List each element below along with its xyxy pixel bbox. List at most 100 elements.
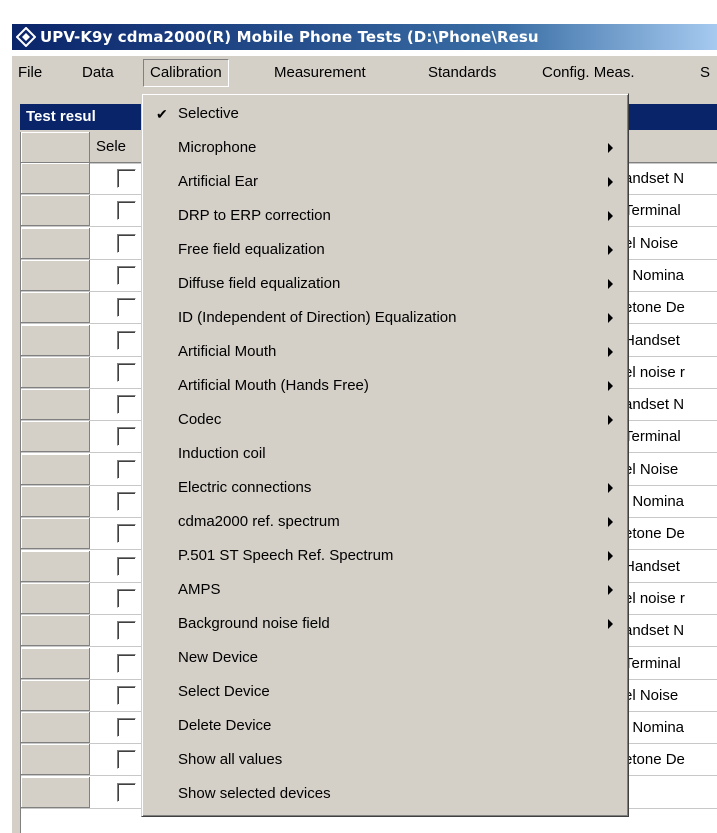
select-checkbox[interactable] <box>117 588 136 608</box>
menu-item-induction-coil[interactable]: Induction coil <box>145 438 623 470</box>
menu-item-drp-to-erp-correction[interactable]: DRP to ERP correction <box>145 200 623 232</box>
select-checkbox[interactable] <box>117 201 136 221</box>
table-cell: el Noise <box>621 679 717 711</box>
row-header[interactable] <box>21 776 90 808</box>
menu-item-label: cdma2000 ref. spectrum <box>178 513 340 530</box>
select-checkbox[interactable] <box>117 298 136 318</box>
row-header[interactable] <box>21 712 90 744</box>
row-header[interactable] <box>21 744 90 776</box>
menu-item-free-field-equalization[interactable]: Free field equalization <box>145 234 623 266</box>
submenu-arrow-icon <box>608 143 613 153</box>
table-cell: etone De <box>621 518 717 550</box>
menu-standards[interactable]: Standards <box>422 60 502 86</box>
menu-item-label: Show selected devices <box>178 785 331 802</box>
select-checkbox[interactable] <box>117 492 136 511</box>
select-checkbox[interactable] <box>117 750 136 770</box>
menu-item-new-device[interactable]: New Device <box>145 642 623 674</box>
menu-item-label: Artificial Mouth (Hands Free) <box>178 377 369 394</box>
select-checkbox[interactable] <box>117 524 136 544</box>
menu-item-amps[interactable]: AMPS <box>145 574 623 606</box>
select-checkbox[interactable] <box>117 362 136 382</box>
row-header[interactable] <box>21 518 90 550</box>
submenu-arrow-icon <box>608 585 613 595</box>
row-header[interactable] <box>21 582 90 614</box>
select-checkbox[interactable] <box>117 621 136 641</box>
select-checkbox[interactable] <box>117 265 136 285</box>
row-header[interactable] <box>21 389 90 421</box>
select-checkbox[interactable] <box>117 233 136 253</box>
table-cell: andset N <box>621 615 717 647</box>
select-checkbox[interactable] <box>117 330 136 350</box>
row-header[interactable] <box>21 292 90 324</box>
row-header[interactable] <box>21 453 90 485</box>
menu-item-cdma2000-ref-spectrum[interactable]: cdma2000 ref. spectrum <box>145 506 623 538</box>
menu-item-delete-device[interactable]: Delete Device <box>145 710 623 742</box>
menu-item-codec[interactable]: Codec <box>145 404 623 436</box>
submenu-arrow-icon <box>608 551 613 561</box>
submenu-arrow-icon <box>608 177 613 187</box>
menu-file[interactable]: File <box>12 60 48 86</box>
submenu-arrow-icon <box>608 279 613 289</box>
menu-item-background-noise-field[interactable]: Background noise field <box>145 608 623 640</box>
table-cell: Terminal <box>621 647 717 679</box>
table-cell: , Nomina <box>621 712 717 744</box>
select-checkbox[interactable] <box>117 459 136 479</box>
menu-item-show-all-values[interactable]: Show all values <box>145 744 623 776</box>
menu-item-select-device[interactable]: Select Device <box>145 676 623 708</box>
table-cell: Terminal <box>621 195 717 227</box>
table-cell: Handset <box>621 550 717 582</box>
select-checkbox[interactable] <box>117 718 136 738</box>
menu-item-label: DRP to ERP correction <box>178 207 331 224</box>
select-checkbox[interactable] <box>117 556 136 576</box>
row-header[interactable] <box>21 163 90 194</box>
menu-item-show-selected-devices[interactable]: Show selected devices <box>145 778 623 810</box>
table-cell: andset N <box>621 163 717 194</box>
menu-item-artificial-ear[interactable]: Artificial Ear <box>145 166 623 198</box>
select-checkbox[interactable] <box>117 653 136 673</box>
row-header[interactable] <box>21 679 90 711</box>
select-checkbox[interactable] <box>117 782 136 802</box>
menu-item-electric-connections[interactable]: Electric connections <box>145 472 623 504</box>
select-checkbox[interactable] <box>117 685 136 705</box>
menu-item-microphone[interactable]: Microphone <box>145 132 623 164</box>
menu-item-label: Codec <box>178 411 222 428</box>
menu-item-label: New Device <box>178 649 259 666</box>
row-header[interactable] <box>21 647 90 679</box>
menu-item-label: Microphone <box>178 139 257 156</box>
row-header[interactable] <box>21 195 90 227</box>
menu-measurement[interactable]: Measurement <box>268 60 372 86</box>
menu-item-label: Selective <box>178 105 239 122</box>
menu-calibration[interactable]: Calibration <box>143 59 229 87</box>
menu-item-label: P.501 ST Speech Ref. Spectrum <box>178 547 394 564</box>
menu-item-artificial-mouth-hands-free[interactable]: Artificial Mouth (Hands Free) <box>145 370 623 402</box>
table-cell: el noise r <box>621 356 717 388</box>
menu-item-id-independent-of-direction-equalization[interactable]: ID (Independent of Direction) Equalizati… <box>145 302 623 334</box>
menu-item-selective[interactable]: ✔ Selective <box>145 98 623 130</box>
select-checkbox[interactable] <box>117 395 136 415</box>
submenu-arrow-icon <box>608 245 613 255</box>
row-header[interactable] <box>21 615 90 647</box>
row-header[interactable] <box>21 486 90 517</box>
menu-item-diffuse-field-equalization[interactable]: Diffuse field equalization <box>145 268 623 300</box>
table-cell: etone De <box>621 292 717 324</box>
menu-item-p-501-st-speech-ref-spectrum[interactable]: P.501 ST Speech Ref. Spectrum <box>145 540 623 572</box>
row-header[interactable] <box>21 356 90 388</box>
submenu-arrow-icon <box>608 483 613 493</box>
row-header[interactable] <box>21 421 90 453</box>
menu-item-label: AMPS <box>178 581 221 598</box>
menu-config-meas[interactable]: Config. Meas. <box>536 60 641 86</box>
row-header[interactable] <box>21 550 90 582</box>
row-header <box>21 132 90 163</box>
submenu-arrow-icon <box>608 211 613 221</box>
row-header[interactable] <box>21 324 90 356</box>
row-header[interactable] <box>21 259 90 291</box>
menu-data[interactable]: Data <box>76 60 120 86</box>
select-checkbox[interactable] <box>117 427 136 447</box>
table-cell: Terminal <box>621 421 717 453</box>
menu-s[interactable]: S <box>694 60 716 86</box>
select-checkbox[interactable] <box>117 169 136 188</box>
row-header[interactable] <box>21 227 90 259</box>
submenu-arrow-icon <box>608 347 613 357</box>
menu-item-artificial-mouth[interactable]: Artificial Mouth <box>145 336 623 368</box>
table-cell: el Noise <box>621 227 717 259</box>
